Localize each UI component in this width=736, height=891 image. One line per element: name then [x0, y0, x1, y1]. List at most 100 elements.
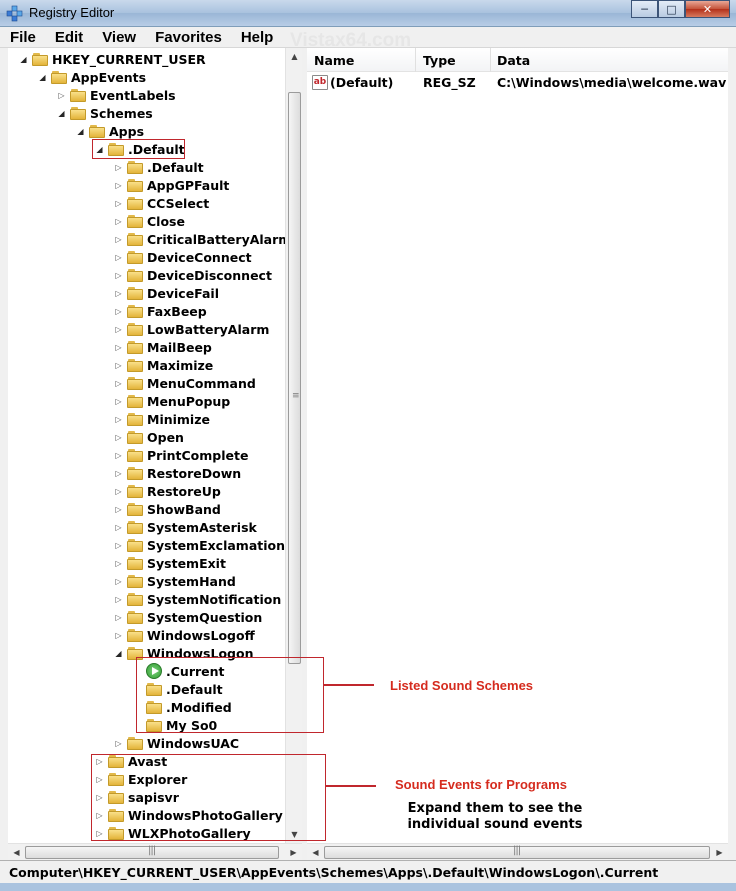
tree-node[interactable]: ▷ SystemHand: [113, 572, 235, 590]
scroll-left-arrow-icon[interactable]: ◀: [307, 844, 324, 861]
tree-node[interactable]: ▷ MenuPopup: [113, 392, 230, 410]
tree-node[interactable]: ▷ RestoreDown: [113, 464, 241, 482]
tree-node[interactable]: ▷ DeviceFail: [113, 284, 219, 302]
scroll-right-arrow-icon[interactable]: ▶: [711, 844, 728, 861]
expand-arrow-icon[interactable]: ▷: [113, 572, 124, 590]
expand-arrow-icon[interactable]: ▷: [113, 284, 124, 302]
expand-arrow-icon[interactable]: ▷: [113, 608, 124, 626]
tree-node[interactable]: ◢ Schemes: [56, 104, 152, 122]
tree-node[interactable]: ▷ WindowsLogoff: [113, 626, 254, 644]
list-horizontal-scrollbar[interactable]: ◀ ||| ▶: [307, 843, 728, 860]
list-horizontal-scroll-thumb[interactable]: |||: [324, 845, 710, 859]
menu-help[interactable]: Help: [239, 29, 276, 46]
tree-node-label: .Default: [147, 159, 204, 175]
tree-horizontal-scroll-thumb[interactable]: |||: [25, 845, 279, 859]
menu-favorites[interactable]: Favorites: [153, 29, 224, 46]
expand-arrow-icon[interactable]: ▷: [113, 518, 124, 536]
folder-icon: [70, 88, 86, 102]
expand-arrow-icon[interactable]: ▷: [113, 500, 124, 518]
tree-node[interactable]: ▷ AppGPFault: [113, 176, 229, 194]
tree-vertical-scroll-thumb[interactable]: ≡: [288, 92, 301, 664]
tree-node[interactable]: ▷ SystemExit: [113, 554, 226, 572]
tree-node[interactable]: ▷ SystemQuestion: [113, 608, 262, 626]
expand-arrow-icon[interactable]: ▷: [113, 428, 124, 446]
tree-node[interactable]: ▷ SystemAsterisk: [113, 518, 256, 536]
tree-node[interactable]: ▷ PrintComplete: [113, 446, 248, 464]
column-divider[interactable]: [415, 48, 416, 72]
expand-arrow-icon[interactable]: ▷: [113, 464, 124, 482]
tree-node[interactable]: ▷ Maximize: [113, 356, 213, 374]
tree-node[interactable]: ▷ MailBeep: [113, 338, 211, 356]
column-header-type[interactable]: Type: [423, 53, 456, 68]
tree-node[interactable]: ▷ DeviceDisconnect: [113, 266, 272, 284]
minimize-button[interactable]: ─: [631, 0, 658, 18]
scroll-left-arrow-icon[interactable]: ◀: [8, 844, 25, 861]
menu-file[interactable]: File: [8, 29, 38, 46]
column-header-name[interactable]: Name: [314, 53, 354, 68]
tree-node-label: CriticalBatteryAlarm: [147, 231, 292, 247]
tree-node[interactable]: ◢ AppEvents: [37, 68, 146, 86]
expand-arrow-icon[interactable]: ▷: [113, 536, 124, 554]
collapse-arrow-icon[interactable]: ◢: [113, 644, 124, 662]
expand-arrow-icon[interactable]: ▷: [113, 158, 124, 176]
collapse-arrow-icon[interactable]: ◢: [56, 104, 67, 122]
maximize-button[interactable]: □: [658, 0, 685, 18]
scroll-up-arrow-icon[interactable]: ▲: [286, 48, 303, 65]
close-button[interactable]: ✕: [685, 0, 730, 18]
tree-node-label: EventLabels: [90, 87, 176, 103]
tree-node[interactable]: ▷ .Default: [113, 158, 204, 176]
tree-node[interactable]: ▷ EventLabels: [56, 86, 176, 104]
folder-icon: [127, 340, 143, 354]
tree-horizontal-scrollbar[interactable]: ◀ ||| ▶: [8, 843, 302, 860]
tree-node-label: Apps: [109, 123, 145, 139]
collapse-arrow-icon[interactable]: ◢: [18, 50, 29, 68]
menu-view[interactable]: View: [100, 29, 138, 46]
tree-node[interactable]: ▷ DeviceConnect: [113, 248, 251, 266]
tree-node[interactable]: ▷ FaxBeep: [113, 302, 206, 320]
expand-arrow-icon[interactable]: ▷: [113, 356, 124, 374]
expand-arrow-icon[interactable]: ▷: [113, 320, 124, 338]
tree-node[interactable]: ▷ Close: [113, 212, 185, 230]
expand-arrow-icon[interactable]: ▷: [113, 554, 124, 572]
expand-arrow-icon[interactable]: ▷: [113, 338, 124, 356]
expand-arrow-icon[interactable]: ▷: [113, 410, 124, 428]
list-row-default-value[interactable]: ab (Default) REG_SZ C:\Windows\media\wel…: [307, 74, 728, 92]
tree-node[interactable]: ▷ RestoreUp: [113, 482, 220, 500]
tree-node[interactable]: ▷ ShowBand: [113, 500, 220, 518]
expand-arrow-icon[interactable]: ▷: [113, 626, 124, 644]
values-list[interactable]: Name Type Data ab (Default) REG_SZ C:\Wi…: [307, 48, 728, 843]
collapse-arrow-icon[interactable]: ◢: [75, 122, 86, 140]
collapse-arrow-icon[interactable]: ◢: [37, 68, 48, 86]
expand-arrow-icon[interactable]: ▷: [113, 590, 124, 608]
expand-arrow-icon[interactable]: ▷: [113, 482, 124, 500]
tree-node[interactable]: ▷ CriticalBatteryAlarm: [113, 230, 291, 248]
tree-node[interactable]: ◢ HKEY_CURRENT_USER: [18, 50, 205, 68]
column-header-data[interactable]: Data: [497, 53, 530, 68]
tree-node[interactable]: ▷ MenuCommand: [113, 374, 255, 392]
expand-arrow-icon[interactable]: ▷: [113, 266, 124, 284]
tree-node[interactable]: ▷ CCSelect: [113, 194, 209, 212]
expand-arrow-icon[interactable]: ▷: [113, 248, 124, 266]
tree-node[interactable]: ▷ Open: [113, 428, 184, 446]
expand-arrow-icon[interactable]: ▷: [113, 212, 124, 230]
expand-arrow-icon[interactable]: ▷: [113, 302, 124, 320]
expand-arrow-icon[interactable]: ▷: [113, 734, 124, 752]
expand-arrow-icon[interactable]: ▷: [113, 230, 124, 248]
expand-arrow-icon[interactable]: ▷: [113, 194, 124, 212]
tree-node[interactable]: ▷ LowBatteryAlarm: [113, 320, 269, 338]
tree-node[interactable]: ▷ SystemExclamation: [113, 536, 285, 554]
window-controls: ─ □ ✕: [631, 0, 730, 18]
expand-arrow-icon[interactable]: ▷: [113, 446, 124, 464]
scroll-right-arrow-icon[interactable]: ▶: [285, 844, 302, 861]
tree-node[interactable]: ▷ Minimize: [113, 410, 210, 428]
expand-arrow-icon[interactable]: ▷: [56, 86, 67, 104]
tree-node[interactable]: ◢ Apps: [75, 122, 144, 140]
expand-arrow-icon[interactable]: ▷: [113, 374, 124, 392]
expand-arrow-icon[interactable]: ▷: [113, 176, 124, 194]
expand-arrow-icon[interactable]: ▷: [113, 392, 124, 410]
tree-node[interactable]: ▷ SystemNotification: [113, 590, 281, 608]
column-divider[interactable]: [490, 48, 491, 72]
menu-edit[interactable]: Edit: [53, 29, 85, 46]
tree-node[interactable]: ▷ WindowsUAC: [113, 734, 239, 752]
window-frame-left: [0, 27, 8, 883]
